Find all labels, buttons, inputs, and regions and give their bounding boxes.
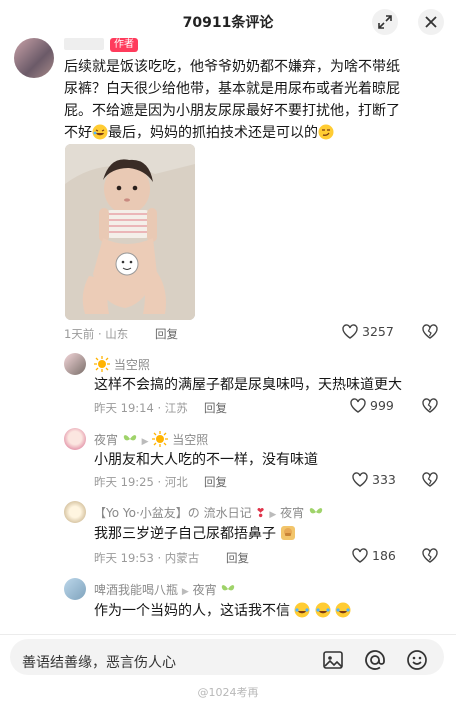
comment-input-placeholder: 善语结善缘，恶言伤人心 (22, 655, 176, 671)
reply-avatar[interactable] (64, 501, 86, 523)
butterfly-emoji-icon (222, 585, 235, 591)
sun-emoji-icon (94, 356, 110, 372)
author-badge: 作者 (110, 38, 138, 52)
baby-photo-image (65, 144, 195, 320)
reply-like-button[interactable]: 333 (352, 472, 396, 487)
mention-icon[interactable] (364, 649, 386, 671)
reply-avatar[interactable] (64, 428, 86, 450)
like-count: 999 (370, 398, 394, 413)
main-comment-fragment: 最后，妈妈的抓拍技术还是可以的 (108, 125, 318, 141)
main-comment-meta: 1天前 · 山东 (64, 327, 129, 341)
reply-reply-button[interactable]: 回复 (204, 474, 227, 490)
main-comment-reply-button[interactable]: 回复 (155, 326, 178, 342)
reply-to-username: 夜宵 (192, 583, 217, 597)
reply-arrow-icon: ▶ (141, 437, 149, 447)
reply-username[interactable]: 夜宵 ▶ 当空照 (94, 431, 208, 448)
smirk-emoji-icon (318, 124, 334, 140)
like-count: 186 (372, 548, 396, 563)
reply-like-button[interactable]: 999 (350, 398, 394, 413)
reply-username-text: 夜宵 (94, 433, 119, 447)
author-username-blurred[interactable] (64, 38, 104, 50)
butterfly-emoji-icon (123, 435, 137, 441)
reply-meta: 昨天 19:53 · 内蒙古 (94, 551, 200, 565)
crying-laugh-emoji-icon (294, 602, 310, 618)
expand-icon (378, 15, 392, 29)
main-comment-dislike-button[interactable] (422, 324, 438, 343)
reply-dislike-button[interactable] (422, 548, 438, 567)
reply-meta: 昨天 19:25 · 河北 (94, 475, 188, 489)
heart-icon (352, 548, 368, 563)
reply-text[interactable]: 小朋友和大人吃的不一样，没有味道 (94, 449, 318, 471)
like-count: 3257 (362, 324, 394, 339)
comments-header: 70911条评论 (0, 0, 456, 42)
reply-avatar[interactable] (64, 578, 86, 600)
heart-icon (350, 398, 366, 413)
broken-heart-icon (422, 398, 438, 413)
main-comment-line: 屁。不给遮是因为小朋友尿尿最好不要打扰他，打断了 (64, 103, 400, 119)
emoji-icon[interactable] (406, 649, 428, 671)
butterfly-emoji-icon (309, 508, 323, 514)
reply-avatar[interactable] (64, 353, 86, 375)
reply-text[interactable]: 我那三岁逆子自己尿都捂鼻子 (94, 523, 296, 545)
reply-username[interactable]: 【Yo Yo·小盆友】の 流水日记 ❣ ▶ 夜宵 (94, 504, 324, 521)
reply-text-content: 作为一个当妈的人，这话我不信 (94, 603, 290, 619)
reply-text-content: 我那三岁逆子自己尿都捂鼻子 (94, 526, 276, 542)
reply-username[interactable]: 当空照 (94, 356, 150, 373)
covering-nose-sticker-icon (281, 526, 296, 540)
reply-arrow-icon: ▶ (269, 510, 277, 520)
reply-username[interactable]: 啤酒我能喝八瓶 ▶ 夜宵 (94, 581, 236, 598)
crying-laugh-emoji-icon (335, 602, 351, 618)
reply-to-username: 当空照 (172, 433, 209, 447)
reply-arrow-icon: ▶ (181, 587, 189, 597)
main-comment-text[interactable]: 后续就是饭该吃吃，他爷爷奶奶都不嫌弃，为啥不带纸 尿裤？白天很少给他带，基本就是… (64, 56, 449, 144)
author-avatar[interactable] (14, 38, 54, 78)
like-count: 333 (372, 472, 396, 487)
reply-meta: 昨天 19:14 · 江苏 (94, 401, 188, 415)
main-comment-line: 尿裤？白天很少给他带，基本就是用尿布或者光着晾屁 (64, 81, 400, 97)
reply-like-button[interactable]: 186 (352, 548, 396, 563)
reply-dislike-button[interactable] (422, 398, 438, 417)
laughing-emoji-icon (92, 124, 108, 140)
main-comment-fragment: 不好 (64, 125, 92, 141)
expand-button[interactable] (372, 9, 398, 35)
watermark: @1024考再 (197, 686, 259, 699)
main-comment-line: 不好 最后，妈妈的抓拍技术还是可以的 (64, 122, 449, 144)
reply-to-username: 夜宵 (280, 506, 305, 520)
broken-heart-icon (422, 548, 438, 563)
comment-photo[interactable] (65, 144, 195, 320)
heart-icon (352, 472, 368, 487)
reply-text[interactable]: 这样不会搞的满屋子都是尿臭味吗，天热味道更大 (94, 374, 402, 396)
reply-username-text: 啤酒我能喝八瓶 (94, 583, 179, 597)
sun-emoji-icon (152, 431, 169, 447)
crying-laugh-emoji-icon (315, 602, 331, 618)
reply-reply-button[interactable]: 回复 (226, 550, 249, 566)
heart-icon (342, 324, 358, 339)
heart-exclamation-icon: ❣ (255, 506, 266, 520)
image-icon[interactable] (322, 649, 344, 671)
reply-username-text: 当空照 (113, 358, 150, 372)
comment-input-bar: 善语结善缘，恶言伤人心 (0, 634, 456, 678)
close-button[interactable] (418, 9, 444, 35)
reply-text[interactable]: 作为一个当妈的人，这话我不信 (94, 600, 351, 622)
reply-username-text: 【Yo Yo·小盆友】の 流水日记 (94, 506, 252, 520)
reply-dislike-button[interactable] (422, 472, 438, 491)
main-comment-line: 后续就是饭该吃吃，他爷爷奶奶都不嫌弃，为啥不带纸 (64, 59, 400, 75)
close-icon (425, 16, 437, 28)
broken-heart-icon (422, 324, 438, 339)
main-comment-like-button[interactable]: 3257 (342, 324, 394, 339)
broken-heart-icon (422, 472, 438, 487)
reply-reply-button[interactable]: 回复 (204, 400, 227, 416)
